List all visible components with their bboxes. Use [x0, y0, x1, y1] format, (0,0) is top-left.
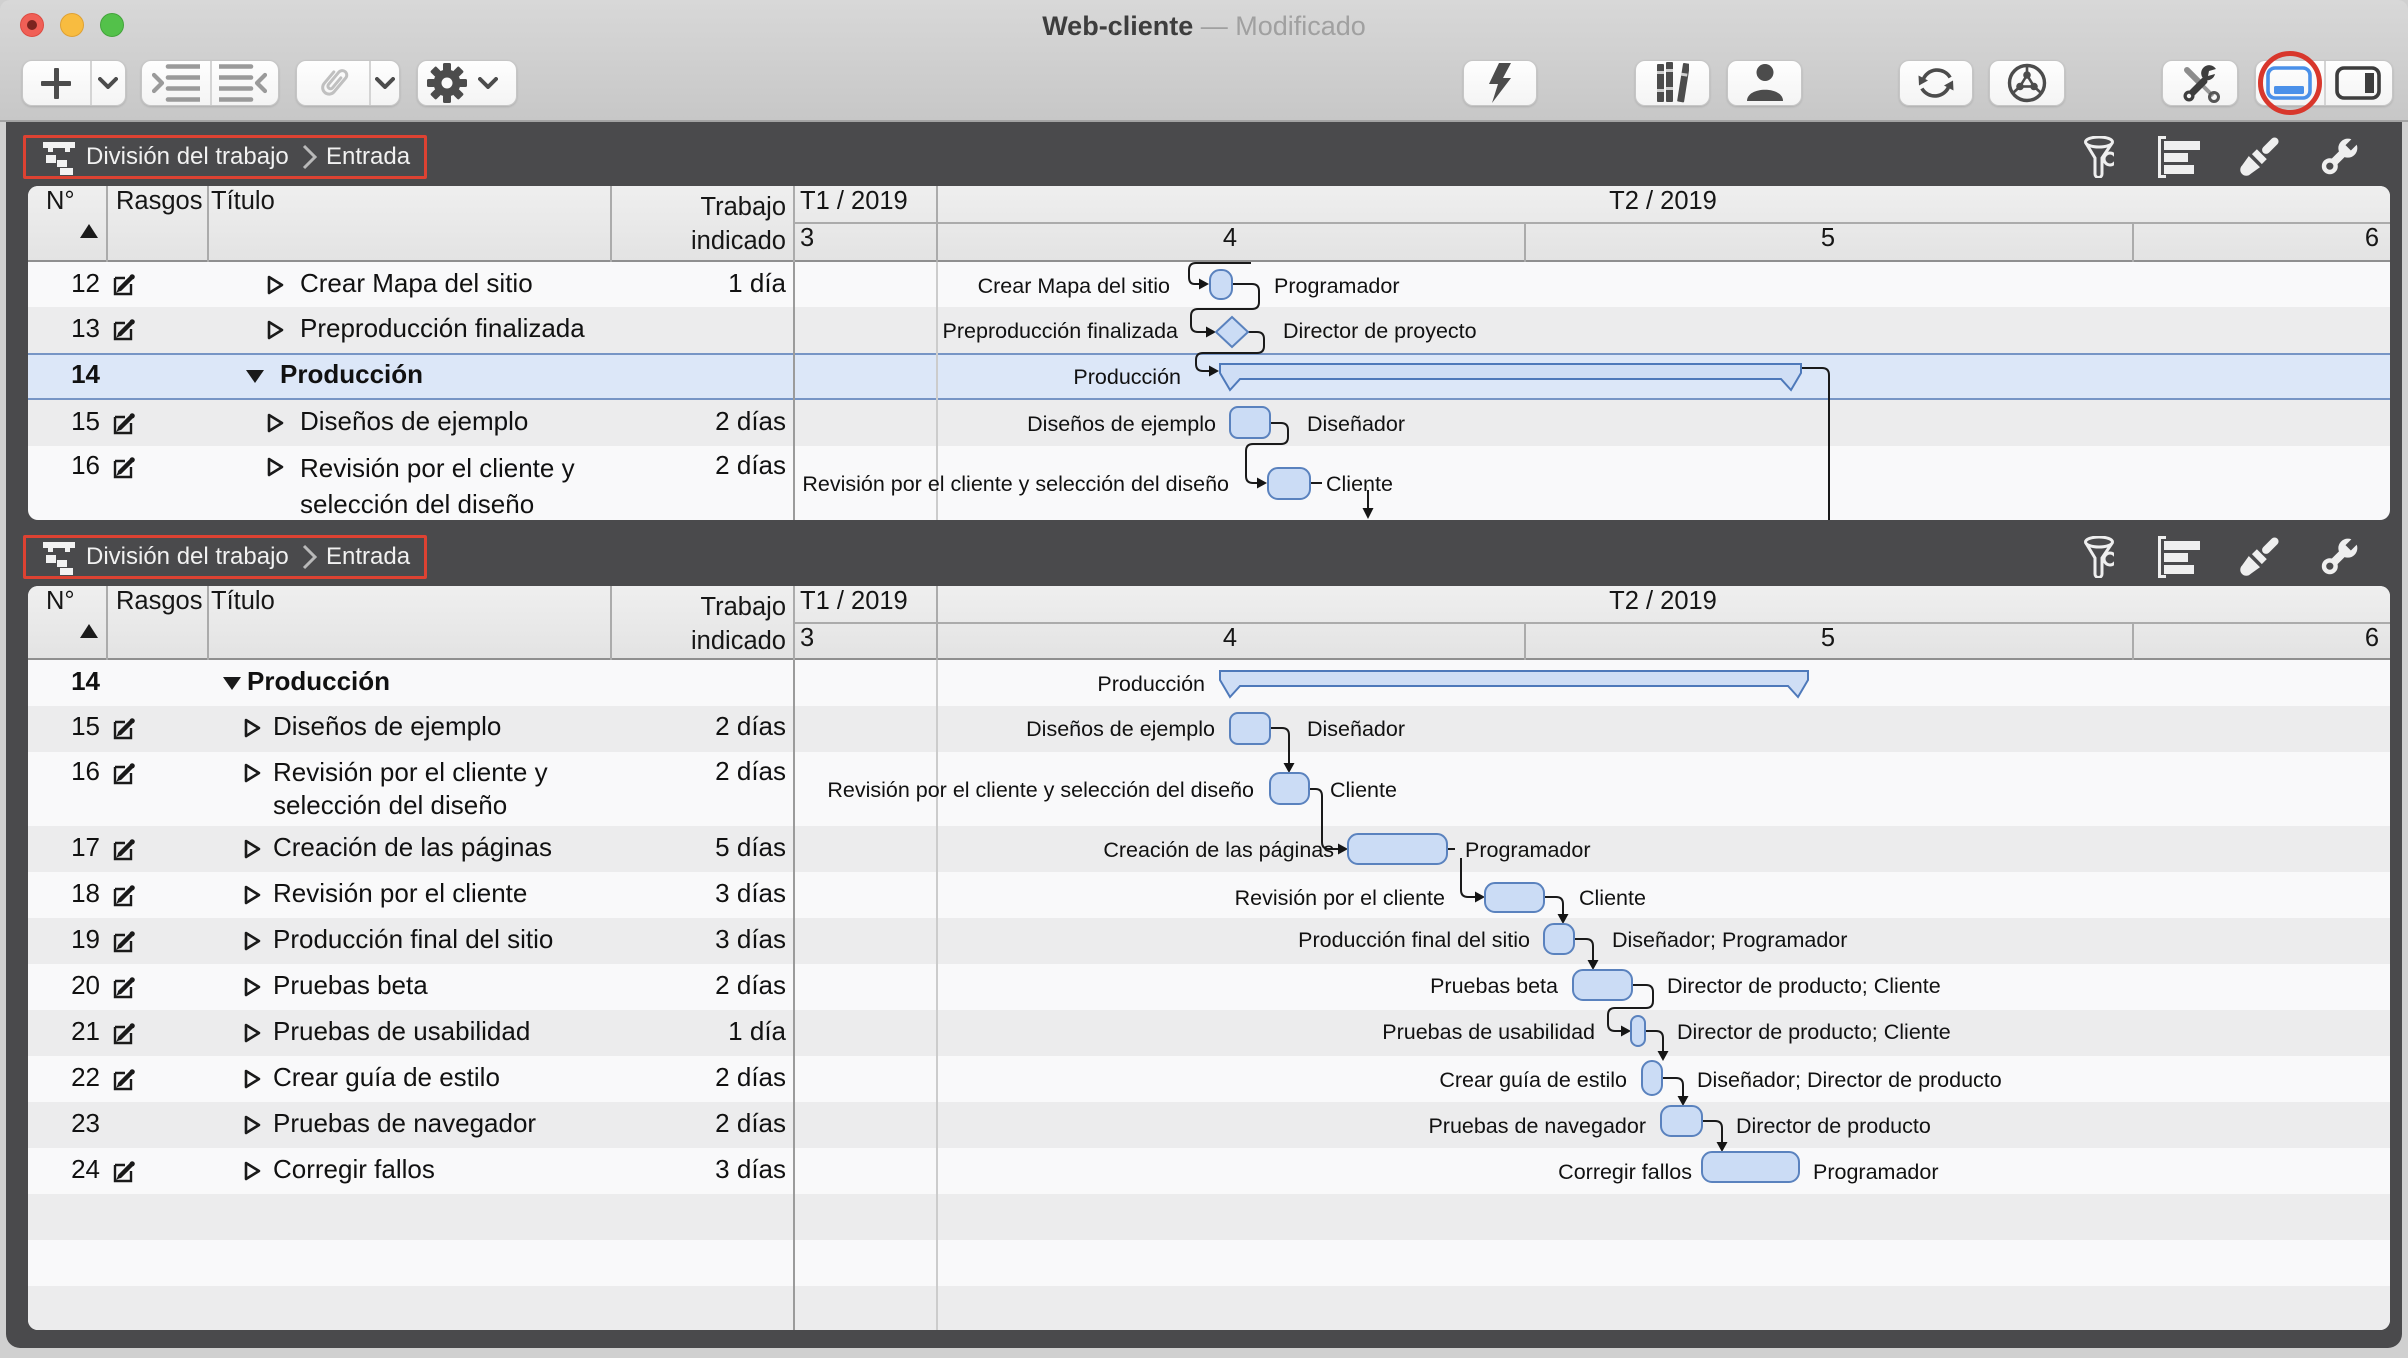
svg-text:Diseñador; Director de product: Diseñador; Director de producto [1697, 1068, 2002, 1092]
svg-text:Producción: Producción [1073, 365, 1181, 389]
svg-text:Revisión por el cliente: Revisión por el cliente [1235, 886, 1445, 910]
svg-text:Diseños de ejemplo: Diseños de ejemplo [1026, 717, 1215, 741]
svg-text:Cliente: Cliente [1579, 886, 1646, 910]
svg-text:Programador: Programador [1274, 274, 1399, 298]
svg-text:Programador: Programador [1813, 1160, 1938, 1184]
svg-text:Preproducción finalizada: Preproducción finalizada [943, 319, 1178, 343]
svg-text:Revisión por el cliente y sele: Revisión por el cliente y selección del … [827, 778, 1254, 802]
svg-text:Crear guía de estilo: Crear guía de estilo [1439, 1068, 1627, 1092]
svg-text:Cliente: Cliente [1330, 778, 1397, 802]
svg-text:Corregir fallos: Corregir fallos [1558, 1160, 1692, 1184]
svg-text:Revisión por el cliente y sele: Revisión por el cliente y selección del … [802, 472, 1229, 496]
svg-text:Director de producto; Cliente: Director de producto; Cliente [1677, 1020, 1951, 1044]
svg-text:Director de proyecto: Director de proyecto [1283, 319, 1477, 343]
svg-text:Diseños de ejemplo: Diseños de ejemplo [1027, 412, 1216, 436]
svg-text:Programador: Programador [1465, 838, 1590, 862]
svg-text:Producción: Producción [1097, 672, 1205, 696]
svg-text:Director de producto: Director de producto [1736, 1114, 1931, 1138]
svg-text:Cliente: Cliente [1326, 472, 1393, 496]
svg-text:Diseñador; Programador: Diseñador; Programador [1612, 928, 1847, 952]
svg-text:Creación de las páginas: Creación de las páginas [1103, 838, 1334, 862]
svg-text:Pruebas de navegador: Pruebas de navegador [1428, 1114, 1646, 1138]
svg-text:Pruebas de usabilidad: Pruebas de usabilidad [1382, 1020, 1595, 1044]
svg-text:Producción final del sitio: Producción final del sitio [1298, 928, 1530, 952]
svg-text:Pruebas beta: Pruebas beta [1430, 974, 1558, 998]
svg-text:Director de producto; Cliente: Director de producto; Cliente [1667, 974, 1941, 998]
svg-text:Crear Mapa del sitio: Crear Mapa del sitio [978, 274, 1170, 298]
svg-text:Diseñador: Diseñador [1307, 717, 1405, 741]
svg-text:Diseñador: Diseñador [1307, 412, 1405, 436]
